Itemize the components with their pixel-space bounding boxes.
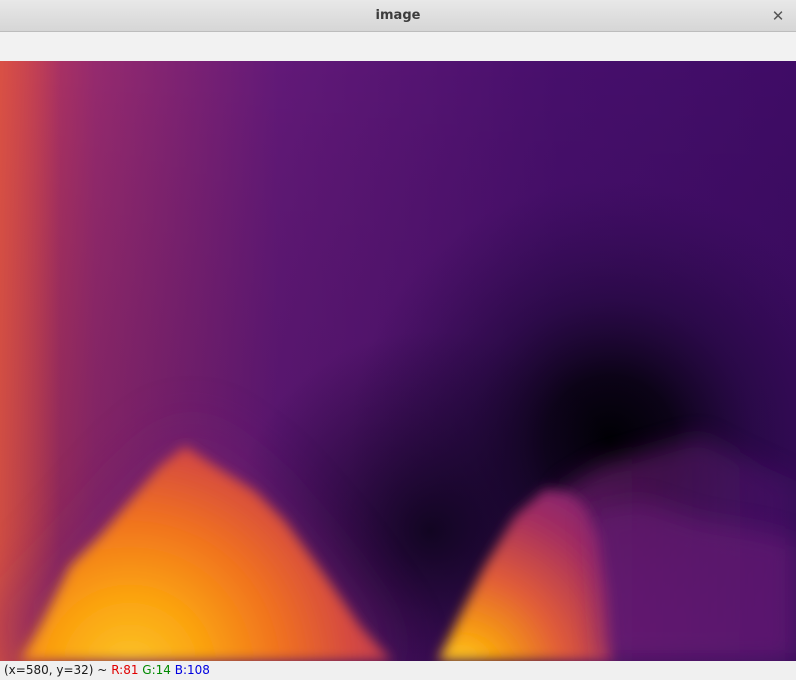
- cursor-coords: (x=580, y=32) ~: [4, 663, 108, 677]
- image-canvas[interactable]: [0, 61, 796, 661]
- window-title: image: [375, 8, 421, 23]
- blue-value: B:108: [174, 663, 210, 677]
- green-value: G:14: [142, 663, 171, 677]
- image-window: image ✕ (x=580, y=32) ~ R:81 G:14 B:108: [0, 0, 796, 680]
- toolbar: [0, 32, 796, 61]
- status-bar: (x=580, y=32) ~ R:81 G:14 B:108: [0, 661, 796, 680]
- title-bar[interactable]: image ✕: [0, 0, 796, 32]
- close-icon[interactable]: ✕: [768, 6, 788, 26]
- red-value: R:81: [111, 663, 139, 677]
- heatmap-image: [0, 61, 796, 661]
